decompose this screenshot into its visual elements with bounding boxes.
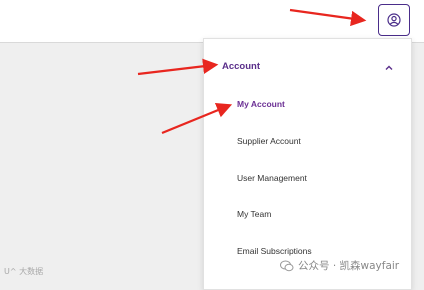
menu-item-supplier-account[interactable]: Supplier Account <box>237 136 301 146</box>
menu-item-my-account[interactable]: My Account <box>237 99 285 109</box>
watermark-right: 公众号 · 凯森wayfair <box>280 258 399 273</box>
account-section-label: Account <box>222 61 260 72</box>
watermark-left: U^ 大数据 <box>4 267 44 276</box>
account-section-header[interactable]: Account <box>204 57 411 79</box>
menu-item-user-management[interactable]: User Management <box>237 173 307 183</box>
account-button[interactable] <box>378 4 410 36</box>
wechat-icon <box>280 260 294 271</box>
watermark-right-text: 公众号 · 凯森wayfair <box>298 260 400 272</box>
top-bar <box>0 0 424 43</box>
user-circle-icon <box>387 13 401 27</box>
account-dropdown-menu: Account My Account Supplier Account User… <box>203 38 412 290</box>
menu-item-my-team[interactable]: My Team <box>237 209 271 219</box>
menu-item-email-subscriptions[interactable]: Email Subscriptions <box>237 246 312 256</box>
chevron-up-icon[interactable] <box>382 61 396 75</box>
